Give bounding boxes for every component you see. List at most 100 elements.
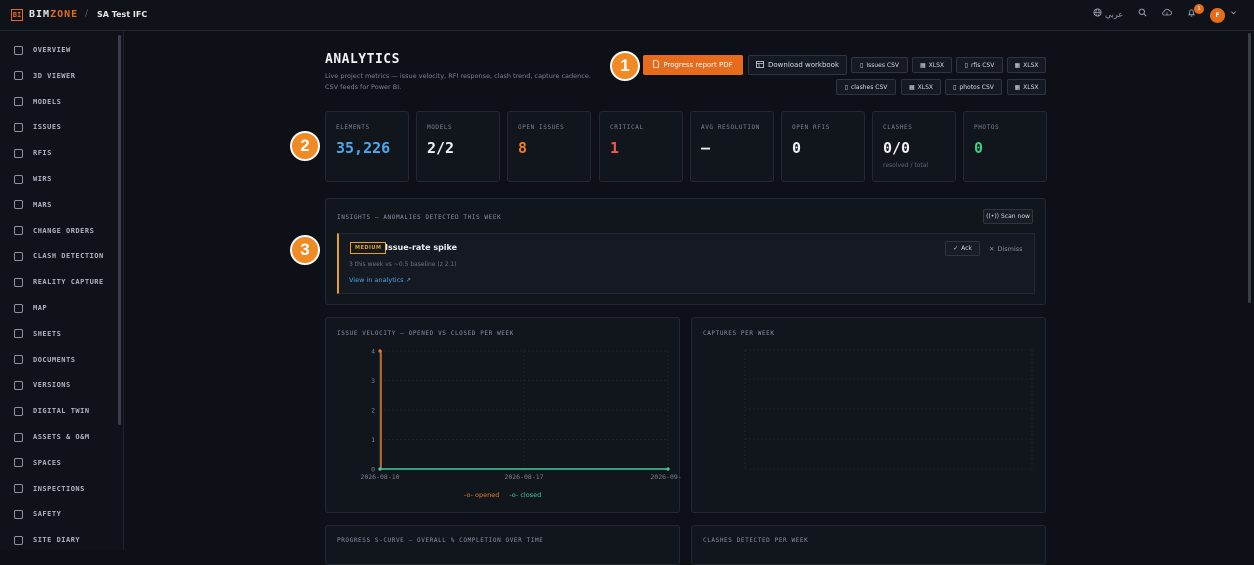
table-icon: ▦ bbox=[1014, 61, 1021, 69]
camera-icon bbox=[14, 277, 23, 287]
severity-badge: MEDIUM bbox=[350, 242, 387, 254]
issues-csv-button[interactable]: ▯ Issues CSV bbox=[851, 57, 908, 73]
sidebar-item-label: MARS bbox=[33, 200, 52, 209]
rfis-xlsx-button[interactable]: ▦ XLSX bbox=[1007, 57, 1046, 73]
sidebar-item-label: ASSETS & O&M bbox=[33, 433, 90, 441]
chart-icon bbox=[14, 71, 23, 81]
scan-icon bbox=[14, 406, 23, 416]
stat-card-open-rfis[interactable]: OPEN RFIS 0 bbox=[781, 111, 865, 182]
sidebar-item-assets-o-m[interactable]: ASSETS & O&M bbox=[14, 430, 90, 444]
search-icon[interactable] bbox=[1138, 8, 1147, 19]
sidebar-item-mars[interactable]: MARS bbox=[14, 198, 52, 212]
sidebar-item-label: OVERVIEW bbox=[33, 46, 71, 54]
photos-xlsx-button[interactable]: ▦ XLSX bbox=[1007, 79, 1046, 95]
data-point-closed bbox=[378, 467, 382, 471]
avatar[interactable]: F bbox=[1210, 8, 1225, 23]
stat-label: CRITICAL bbox=[610, 124, 644, 131]
sidebar-item-label: MAP bbox=[33, 304, 48, 312]
stat-label: OPEN RFIS bbox=[792, 124, 830, 131]
y-tick-label: 4 bbox=[371, 348, 375, 356]
sidebar-item-wirs[interactable]: WIRS bbox=[14, 172, 52, 186]
stat-label: AVG RESOLUTION bbox=[701, 124, 760, 131]
logo[interactable]: BIMZONE bbox=[29, 9, 78, 20]
issues-xlsx-button[interactable]: ▦ XLSX bbox=[912, 57, 952, 73]
stat-card-elements[interactable]: ELEMENTS 35,226 bbox=[325, 111, 409, 182]
map-icon bbox=[14, 303, 23, 313]
sidebar-item-issues[interactable]: ISSUES bbox=[14, 120, 61, 134]
message-icon bbox=[14, 148, 23, 158]
stat-card-open-issues[interactable]: OPEN ISSUES 8 bbox=[507, 111, 591, 182]
page-title: ANALYTICS bbox=[325, 52, 400, 67]
photos-csv-button[interactable]: ▯ photos CSV bbox=[945, 79, 1002, 95]
download-workbook-button[interactable]: Download workbook bbox=[748, 55, 847, 75]
sidebar-item-label: SPACES bbox=[33, 458, 62, 467]
callout-3: 3 bbox=[290, 235, 320, 265]
data-point-opened bbox=[378, 349, 382, 353]
stat-value: 0/0 bbox=[883, 139, 911, 157]
scan-now-button[interactable]: ((•)) Scan now bbox=[983, 209, 1033, 224]
main-scrollbar[interactable] bbox=[1248, 33, 1251, 303]
stat-card-avg-resolution[interactable]: AVG RESOLUTION — bbox=[690, 111, 774, 182]
checklist-icon bbox=[14, 484, 23, 494]
progress-report-pdf-button[interactable]: Progress report PDF bbox=[643, 55, 743, 75]
sidebar-item-map[interactable]: MAP bbox=[14, 301, 47, 315]
captures-chart bbox=[744, 349, 1033, 470]
table-icon bbox=[756, 60, 764, 70]
sidebar-item-spaces[interactable]: SPACES bbox=[14, 456, 61, 470]
sidebar-item-reality-capture[interactable]: REALITY CAPTURE bbox=[14, 275, 104, 289]
stat-card-models[interactable]: MODELS 2/2 bbox=[416, 111, 500, 182]
clashes-xlsx-button[interactable]: ▦ XLSX bbox=[901, 79, 941, 95]
stat-card-photos[interactable]: PHOTOS 0 bbox=[963, 111, 1047, 182]
warning-icon bbox=[14, 122, 23, 132]
sidebar-item-rfis[interactable]: RFIS bbox=[14, 146, 52, 160]
sidebar-item-3d-viewer[interactable]: 3D VIEWER bbox=[14, 69, 75, 83]
sidebar-item-label: INSPECTIONS bbox=[33, 484, 85, 493]
dismiss-button[interactable]: ✕ Dismiss bbox=[989, 245, 1023, 253]
language-toggle[interactable]: عربي bbox=[1105, 10, 1123, 19]
globe-icon[interactable] bbox=[1093, 8, 1102, 19]
issue-velocity-panel: ISSUE VELOCITY — OPENED VS CLOSED PER WE… bbox=[325, 317, 681, 513]
stat-value: 0 bbox=[792, 139, 802, 157]
sidebar-item-documents[interactable]: DOCUMENTS bbox=[14, 353, 75, 367]
sidebar-item-clash-detection[interactable]: CLASH DETECTION bbox=[14, 249, 104, 263]
stat-card-clashes[interactable]: CLASHES 0/0 resolved / total bbox=[872, 111, 956, 182]
sidebar-item-label: CHANGE ORDERS bbox=[33, 226, 95, 235]
sidebar-item-safety[interactable]: SAFETY bbox=[14, 507, 61, 521]
insight-card: MEDIUM Issue-rate spike 3 this week vs ~… bbox=[337, 233, 1035, 294]
sidebar-item-digital-twin[interactable]: DIGITAL TWIN bbox=[14, 404, 90, 418]
sidebar-item-overview[interactable]: OVERVIEW bbox=[14, 43, 71, 57]
sidebar-item-sheets[interactable]: SHEETS bbox=[14, 327, 61, 341]
sidebar-scrollbar[interactable] bbox=[118, 35, 121, 425]
stat-label: CLASHES bbox=[883, 124, 913, 131]
clashes-csv-button[interactable]: ▯ clashes CSV bbox=[836, 79, 896, 95]
sidebar-item-models[interactable]: MODELS bbox=[14, 95, 61, 109]
cloud-upload-icon[interactable] bbox=[1162, 8, 1172, 19]
sidebar-item-change-orders[interactable]: CHANGE ORDERS bbox=[14, 224, 94, 238]
layers-icon bbox=[14, 329, 23, 339]
sidebar-item-versions[interactable]: VERSIONS bbox=[14, 378, 71, 392]
check-icon: ✓ bbox=[953, 245, 959, 252]
project-name[interactable]: SA Test IFC bbox=[97, 10, 147, 19]
sidebar-item-label: SAFETY bbox=[33, 510, 62, 519]
insight-title: Issue-rate spike bbox=[385, 243, 458, 252]
x-tick-label: 2026-09-0 bbox=[650, 473, 681, 481]
edit-icon bbox=[14, 226, 23, 236]
logo-mark[interactable]: BI bbox=[11, 9, 23, 21]
y-tick-label: 3 bbox=[371, 377, 375, 385]
sidebar-item-label: DIGITAL TWIN bbox=[33, 407, 90, 416]
rfis-csv-button[interactable]: ▯ rfis CSV bbox=[956, 57, 1003, 73]
chevron-down-icon[interactable] bbox=[1230, 9, 1237, 18]
legend-opened[interactable]: -o- opened bbox=[464, 491, 499, 499]
ack-button[interactable]: ✓ Ack bbox=[945, 241, 980, 256]
file-icon: ▯ bbox=[860, 61, 864, 69]
building-icon bbox=[14, 458, 23, 468]
legend-closed[interactable]: -o- closed bbox=[509, 491, 541, 499]
sidebar-item-inspections[interactable]: INSPECTIONS bbox=[14, 482, 85, 496]
top-bar: BI BIMZONE / SA Test IFC عربي 1 F bbox=[0, 0, 1254, 31]
x-tick-label: 2026-08-17 bbox=[504, 473, 543, 481]
stat-card-critical[interactable]: CRITICAL 1 bbox=[599, 111, 683, 182]
view-in-analytics-link[interactable]: View in analytics ↗ bbox=[349, 276, 411, 284]
progress-scurve-title: PROGRESS S-CURVE — OVERALL % COMPLETION … bbox=[337, 537, 544, 544]
stat-value: — bbox=[701, 139, 711, 157]
sidebar-item-site-diary[interactable]: SITE DIARY bbox=[14, 533, 80, 547]
